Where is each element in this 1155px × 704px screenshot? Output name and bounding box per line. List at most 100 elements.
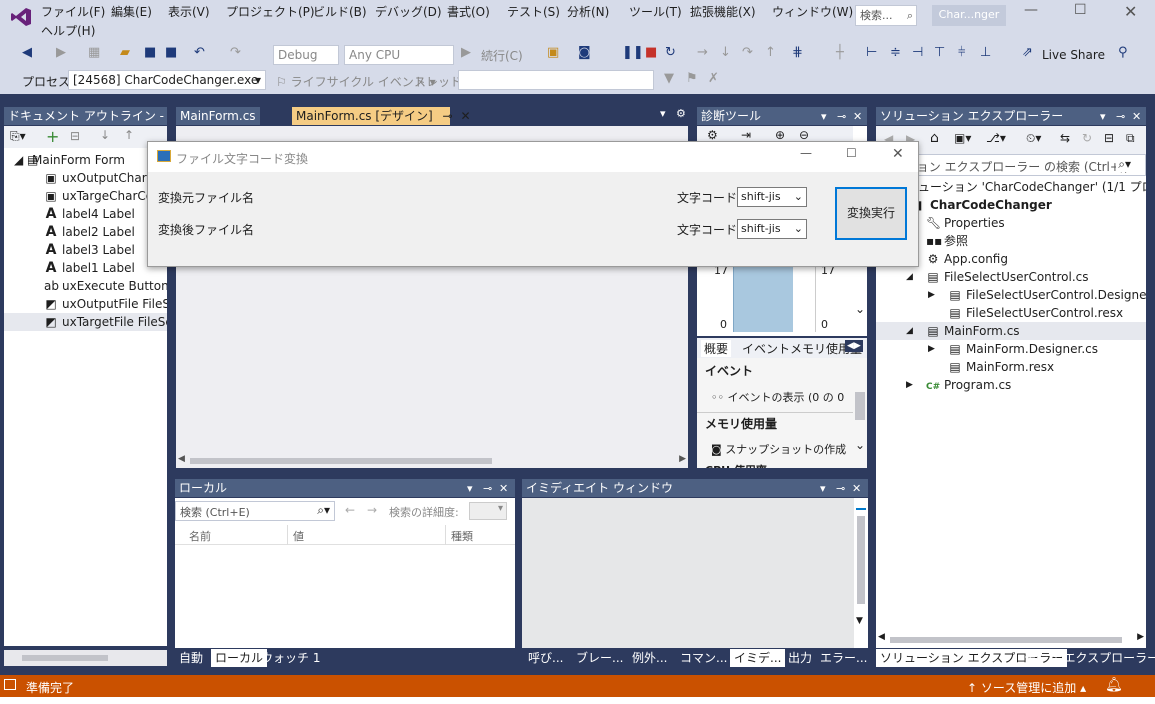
menu-item[interactable]: 書式(O): [447, 3, 490, 20]
bottom-panel-tab[interactable]: ブレー...: [572, 649, 627, 667]
process-select[interactable]: [24568] CharCodeChanger.exe ▾: [68, 70, 266, 90]
refresh-icon[interactable]: ↻: [1082, 131, 1092, 145]
form-close-icon[interactable]: ✕: [892, 146, 904, 162]
snapshot-button[interactable]: ◙ スナップショットの作成: [711, 441, 846, 457]
live-share-icon[interactable]: ⇗: [1022, 42, 1033, 64]
zoom-out-icon[interactable]: ⊖: [799, 128, 809, 142]
collapse-icon[interactable]: ⊟: [70, 129, 80, 143]
menu-item[interactable]: ウィンドウ(W): [772, 3, 853, 20]
unflag-icon[interactable]: ✗: [708, 68, 719, 90]
close-icon[interactable]: ✕: [499, 480, 508, 497]
toggle-icon[interactable]: ┼: [836, 42, 844, 64]
solution-item[interactable]: ▶ ▤ MainForm.Designer.cs: [876, 340, 1146, 358]
solution-hscrollbar[interactable]: ◀ ▶: [876, 632, 1146, 648]
outline-hscrollbar[interactable]: [4, 650, 167, 666]
show-all-icon[interactable]: ⧉: [1126, 131, 1135, 146]
outline-item[interactable]: Alabel4 Label: [4, 205, 167, 223]
solution-item[interactable]: ▤ MainForm.resx: [876, 358, 1146, 376]
column-value[interactable]: 値: [293, 528, 304, 544]
menu-item[interactable]: プロジェクト(P): [226, 3, 315, 20]
save-icon[interactable]: ■: [144, 42, 156, 64]
solution-item[interactable]: ◢ ▤ MainForm.cs: [876, 322, 1146, 340]
save-all-icon[interactable]: ■: [165, 42, 177, 64]
expand-arrow-icon[interactable]: ▶: [928, 340, 935, 358]
immediate-vscrollbar[interactable]: ▼: [854, 498, 868, 648]
sync-icon[interactable]: ⇆: [1060, 131, 1070, 145]
outline-item[interactable]: Alabel2 Label: [4, 223, 167, 241]
execute-button[interactable]: 変換実行: [835, 187, 907, 240]
history-icon[interactable]: ⏲▾: [1026, 131, 1041, 146]
pin-icon[interactable]: ⊸: [836, 480, 845, 497]
feedback-icon[interactable]: ⚲: [1118, 42, 1128, 64]
menu-item[interactable]: デバッグ(D): [375, 3, 442, 20]
events-list-item[interactable]: ◦◦ イベントの表示 (0 の 0: [711, 389, 844, 405]
align-center-icon[interactable]: ≑: [890, 42, 901, 64]
undo-icon[interactable]: ↶: [194, 42, 205, 64]
export-icon[interactable]: ⇥: [741, 128, 751, 142]
platform-select[interactable]: Any CPU: [344, 45, 454, 65]
outline-item[interactable]: ◩ uxTargetFile FileSe...: [4, 313, 167, 331]
menu-item[interactable]: 拡張機能(X): [690, 3, 756, 20]
expand-arrow-icon[interactable]: ▶: [928, 286, 935, 304]
menu-item[interactable]: 編集(E): [111, 3, 152, 20]
source-encoding-select[interactable]: shift-jis ⌄: [737, 187, 807, 207]
outline-item[interactable]: Alabel1 Label: [4, 259, 167, 277]
config-select[interactable]: Debug: [273, 45, 339, 65]
live-share-button[interactable]: Live Share: [1042, 48, 1105, 62]
locals-tab[interactable]: 自動: [175, 649, 207, 667]
bottom-panel-tab[interactable]: 例外...: [628, 649, 671, 667]
breakpoint-icon[interactable]: ⋕: [792, 42, 803, 64]
switch-view-icon[interactable]: ▣▾: [954, 131, 971, 145]
tab-mainform-design[interactable]: MainForm.cs [デザイン] ⊸ ✕: [292, 107, 471, 125]
maximize-button[interactable]: ☐: [1074, 2, 1087, 18]
pin-icon[interactable]: ⊸: [443, 109, 453, 123]
pin-icon[interactable]: ⊸: [1116, 108, 1125, 125]
outline-item[interactable]: ◩ uxOutputFile FileS...: [4, 295, 167, 313]
solution-item[interactable]: ◢ ▤ FileSelectUserControl.cs: [876, 268, 1146, 286]
immediate-editor[interactable]: [522, 498, 854, 648]
filter-icon[interactable]: ▼: [664, 68, 674, 90]
forward-icon[interactable]: ▶: [56, 42, 66, 64]
solution-item[interactable]: ▤ FileSelectUserControl.resx: [876, 304, 1146, 322]
source-control-button[interactable]: ↑ ソース管理に追加 ▴: [967, 679, 1086, 696]
align-middle-icon[interactable]: ⫩: [958, 42, 965, 64]
column-type[interactable]: 種類: [451, 528, 473, 544]
bottom-panel-tab[interactable]: エラー...: [816, 649, 871, 667]
notification-icon[interactable]: 🔔︎: [1105, 677, 1123, 693]
dest-encoding-select[interactable]: shift-jis ⌄: [737, 219, 807, 239]
lifecycle-events[interactable]: ⚐ ライフサイクル イベント ▾: [276, 73, 436, 90]
bottom-panel-tab[interactable]: 出力: [784, 649, 816, 667]
locals-search-input[interactable]: 検索 (Ctrl+E) ⌕▾: [175, 501, 335, 521]
move-up-icon[interactable]: ↑: [124, 128, 134, 142]
locals-tab[interactable]: ウォッチ 1: [257, 649, 324, 667]
outline-item[interactable]: ▣ uxOutputCharC...: [4, 169, 167, 187]
diag-tab[interactable]: 概要: [701, 340, 732, 357]
menu-item[interactable]: ビルド(B): [313, 3, 367, 20]
align-bottom-icon[interactable]: ⊥: [980, 42, 991, 64]
thread-select[interactable]: [458, 70, 654, 90]
solution-item[interactable]: ▶ C# Program.cs: [876, 376, 1146, 394]
flag-icon[interactable]: ⚑: [686, 68, 698, 90]
stop-icon[interactable]: ■: [645, 42, 657, 64]
close-tab-icon[interactable]: ✕: [460, 109, 470, 123]
home-icon[interactable]: ⌂: [930, 130, 939, 146]
step-icon[interactable]: →: [697, 42, 708, 64]
tab-team-explorer[interactable]: チーム エクスプローラー: [1020, 649, 1155, 667]
designer-hscrollbar[interactable]: ◀ ▶: [176, 454, 688, 468]
continue-icon[interactable]: ▶: [461, 42, 471, 64]
form-maximize-icon[interactable]: ☐: [846, 146, 857, 160]
diag-details-scrollbar[interactable]: ⌄: [853, 358, 867, 468]
tools-icon[interactable]: ▣: [547, 42, 559, 64]
chevron-down-icon[interactable]: ▾: [820, 480, 826, 497]
close-icon[interactable]: ✕: [853, 108, 862, 125]
chevron-down-icon[interactable]: ▾: [1100, 108, 1106, 125]
move-down-icon[interactable]: ↓: [100, 128, 110, 142]
search-back-icon[interactable]: ←: [345, 503, 355, 517]
search-depth-select[interactable]: ▾: [469, 502, 507, 520]
search-box[interactable]: 検索... ⌕: [855, 5, 917, 26]
designer-form-window[interactable]: ファイル文字コード変換 — ☐ ✕ 変換元ファイル名 変換後ファイル名 文字コー…: [147, 141, 919, 267]
step-over-icon[interactable]: ↷: [742, 42, 753, 64]
expand-arrow-icon[interactable]: ◢: [906, 322, 913, 340]
step-out-icon[interactable]: ↑: [765, 42, 776, 64]
expand-arrow-icon[interactable]: ▶: [906, 376, 913, 394]
